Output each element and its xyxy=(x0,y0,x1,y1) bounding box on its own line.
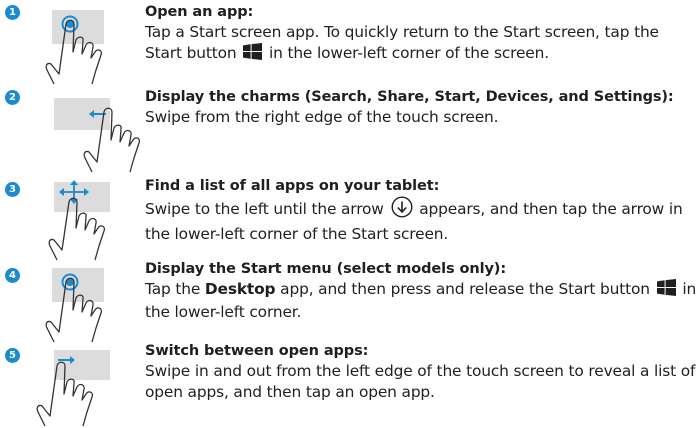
step-1-title: Open an app: xyxy=(145,4,254,20)
step-number-5: 5 xyxy=(5,348,20,363)
step-3-text: Find a list of all apps on your tablet: … xyxy=(145,177,698,244)
step-number-3: 3 xyxy=(5,182,20,197)
step-4-desc-part1: Tap the xyxy=(145,280,201,298)
swipe-from-right-illustration xyxy=(42,88,154,173)
step-4-desc-part2: app, and then press and release the Star… xyxy=(280,280,650,298)
step-1-desc-part2: in the lower-left corner of the screen. xyxy=(268,43,549,62)
step-4-text: Display the Start menu (select models on… xyxy=(145,260,698,322)
step-5-description: Swipe in and out from the left edge of t… xyxy=(145,362,696,401)
tap-gesture-illustration-2 xyxy=(42,262,154,346)
down-arrow-circle-icon xyxy=(390,196,413,224)
step-number-2: 2 xyxy=(5,90,20,105)
touch-screen xyxy=(54,350,110,380)
windows-logo-icon xyxy=(243,42,263,66)
touch-screen xyxy=(54,182,110,212)
step-5-text: Switch between open apps: Swipe in and o… xyxy=(145,342,698,402)
step-3-title: Find a list of all apps on your tablet: xyxy=(145,178,440,194)
windows-logo-icon xyxy=(656,279,676,302)
step-1-text: Open an app: Tap a Start screen app. To … xyxy=(145,3,698,65)
touch-screen xyxy=(52,268,104,302)
step-3-desc-part1: Swipe to the left until the arrow xyxy=(145,200,384,218)
step-2-title: Display the charms (Search, Share, Start… xyxy=(145,89,674,105)
step-4-description: Tap the Desktop app, and then press and … xyxy=(145,279,698,322)
step-4-title: Display the Start menu (select models on… xyxy=(145,261,507,277)
step-3-description: Swipe to the left until the arrow appear… xyxy=(145,196,698,244)
step-1-description: Tap a Start screen app. To quickly retur… xyxy=(145,22,698,65)
step-4-desc-bold: Desktop xyxy=(204,280,276,298)
step-2-text: Display the charms (Search, Share, Start… xyxy=(145,88,698,128)
swipe-from-left-illustration xyxy=(36,344,154,428)
tap-gesture-illustration-1 xyxy=(42,4,154,88)
step-5-title: Switch between open apps: xyxy=(145,343,369,359)
touch-screen xyxy=(52,10,104,44)
step-number-1: 1 xyxy=(5,5,20,20)
step-number-4: 4 xyxy=(5,268,20,283)
step-2-description: Swipe from the right edge of the touch s… xyxy=(145,108,499,126)
swipe-left-illustration xyxy=(42,178,154,262)
